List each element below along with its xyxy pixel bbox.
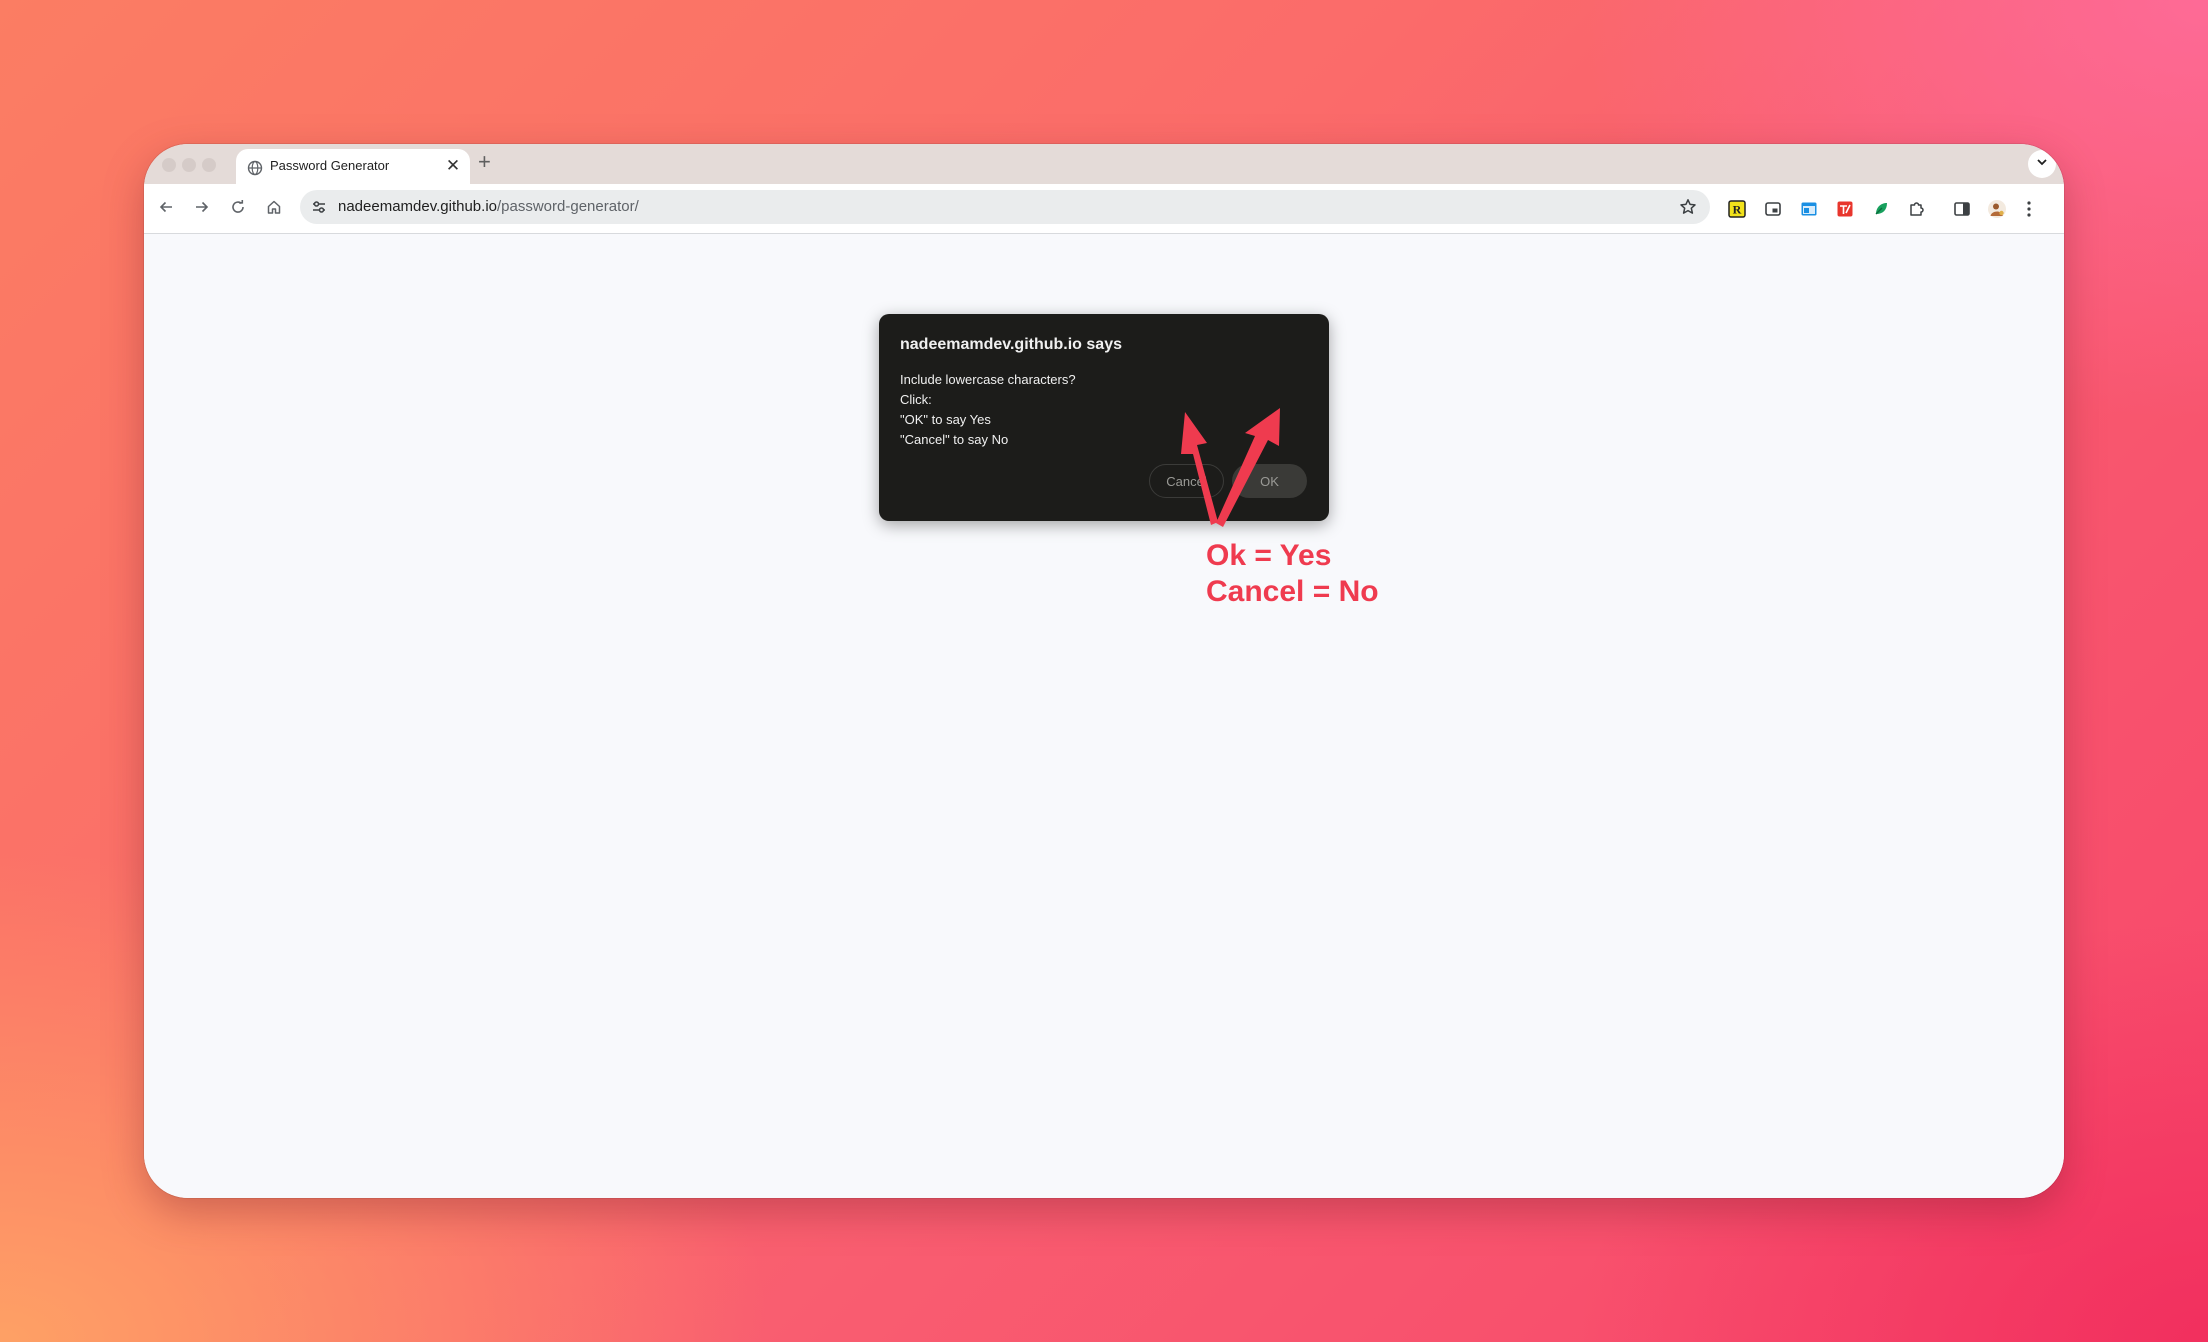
url-path: /password-generator/	[497, 198, 639, 215]
picture-in-picture-icon[interactable]	[1761, 197, 1785, 221]
tab-title: Password Generator	[270, 158, 390, 173]
minimize-window-button[interactable]	[182, 158, 196, 172]
leaf-extension-icon[interactable]	[1869, 197, 1893, 221]
dialog-title: nadeemamdev.github.io says	[900, 336, 1122, 353]
home-icon	[266, 199, 282, 220]
chevron-down-icon	[2036, 155, 2048, 173]
globe-icon	[247, 160, 263, 176]
tab-password-generator[interactable]: Password Generator ✕	[236, 149, 470, 184]
dialog-message: Include lowercase characters? Click: "OK…	[900, 370, 1076, 450]
dialog-message-line: "OK" to say Yes	[900, 412, 991, 427]
puzzle-icon[interactable]	[1905, 197, 1929, 221]
tab-strip: Password Generator ✕ +	[144, 144, 2064, 184]
close-window-button[interactable]	[162, 158, 176, 172]
more-menu-icon[interactable]	[2017, 197, 2041, 221]
back-button[interactable]	[154, 197, 178, 221]
tab-search-button[interactable]	[2028, 150, 2056, 178]
url-text[interactable]: nadeemamdev.github.io/password-generator…	[338, 198, 639, 215]
annotation-label: Ok = Yes Cancel = No	[1206, 538, 1379, 610]
window-extension-icon[interactable]	[1797, 197, 1821, 221]
alert-dialog: nadeemamdev.github.io says Include lower…	[879, 314, 1329, 521]
cancel-button[interactable]: Cancel	[1149, 464, 1224, 498]
tab-close-icon[interactable]: ✕	[444, 156, 462, 176]
svg-text:R: R	[1733, 203, 1742, 217]
zoom-window-button[interactable]	[202, 158, 216, 172]
address-bar[interactable]: nadeemamdev.github.io/password-generator…	[300, 190, 1710, 224]
annotation-line-ok: Ok = Yes	[1206, 539, 1332, 572]
ok-button[interactable]: OK	[1232, 464, 1307, 498]
forward-arrow-icon	[194, 199, 210, 220]
dialog-message-line: Click:	[900, 392, 932, 407]
browser-window: Password Generator ✕ + nadeemamdev.githu…	[144, 144, 2064, 1198]
site-settings-icon[interactable]	[308, 196, 330, 218]
url-host: nadeemamdev.github.io	[338, 198, 497, 215]
bookmark-star-icon[interactable]	[1678, 197, 1698, 217]
back-arrow-icon	[158, 199, 174, 220]
page-content: nadeemamdev.github.io says Include lower…	[144, 234, 2064, 1198]
reload-button[interactable]	[226, 197, 250, 221]
annotation-line-cancel: Cancel = No	[1206, 575, 1379, 608]
profile-avatar[interactable]	[1985, 197, 2009, 221]
home-button[interactable]	[262, 197, 286, 221]
new-tab-button[interactable]: +	[478, 150, 491, 174]
dialog-message-line: "Cancel" to say No	[900, 432, 1009, 447]
browser-toolbar: nadeemamdev.github.io/password-generator…	[144, 184, 2064, 234]
r-extension-icon[interactable]: R	[1725, 197, 1749, 221]
pdf-extension-icon[interactable]	[1833, 197, 1857, 221]
dialog-message-line: Include lowercase characters?	[900, 372, 1076, 387]
side-panel-icon[interactable]	[1950, 197, 1974, 221]
reload-icon	[230, 199, 246, 220]
forward-button[interactable]	[190, 197, 214, 221]
